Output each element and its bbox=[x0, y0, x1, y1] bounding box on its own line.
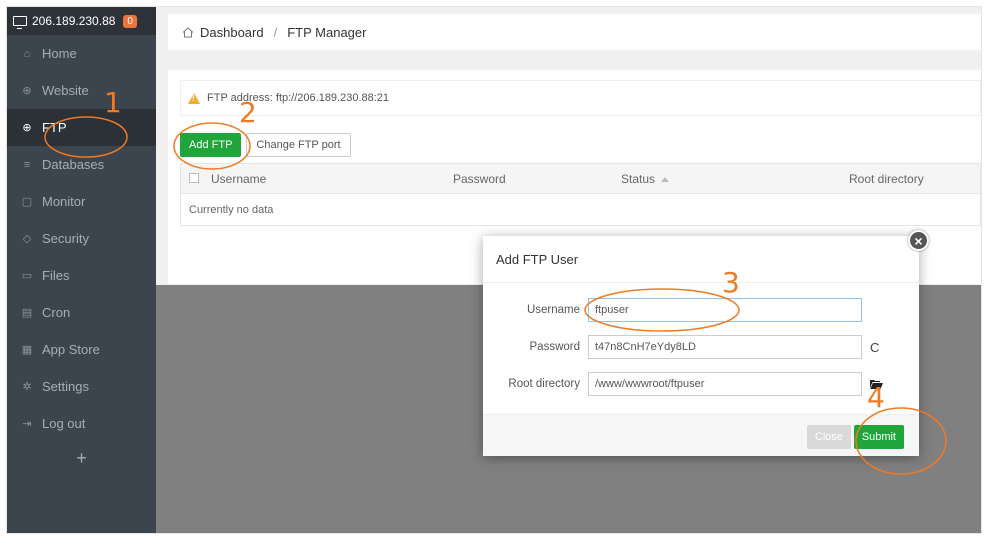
close-icon[interactable]: × bbox=[908, 230, 929, 251]
home-icon: ⌂ bbox=[23, 47, 31, 60]
column-status-label: Status bbox=[621, 172, 656, 186]
database-icon: ≡ bbox=[23, 158, 31, 171]
username-label: Username bbox=[526, 304, 580, 316]
submit-button[interactable]: Submit bbox=[853, 425, 904, 449]
sidebar-item-label: Files bbox=[42, 268, 70, 283]
sidebar-item-website[interactable]: ⊕ Website bbox=[7, 72, 156, 109]
sidebar-item-label: Settings bbox=[42, 379, 89, 394]
sidebar-item-ftp[interactable]: ⊕ FTP bbox=[7, 109, 156, 146]
sidebar-item-monitor[interactable]: ▢ Monitor bbox=[7, 183, 156, 220]
sort-ascending-icon bbox=[661, 177, 670, 183]
globe-icon: ⊕ bbox=[22, 85, 32, 97]
sidebar-item-label: App Store bbox=[42, 342, 100, 357]
sidebar-item-logout[interactable]: ⇥ Log out bbox=[7, 405, 156, 442]
computer-icon bbox=[13, 16, 27, 29]
folder-open-icon[interactable] bbox=[870, 377, 883, 392]
close-button[interactable]: Close bbox=[806, 425, 851, 449]
select-all-checkbox[interactable] bbox=[189, 173, 199, 183]
grid-icon: ▦ bbox=[21, 344, 33, 356]
table-empty-row: Currently no data bbox=[181, 193, 980, 225]
folder-icon: ▭ bbox=[21, 270, 33, 282]
add-ftp-button[interactable]: Add FTP bbox=[180, 133, 242, 157]
shield-icon: ◇ bbox=[22, 233, 32, 245]
ftp-address-bar: FTP address: ftp://206.189.230.88:21 bbox=[180, 80, 981, 116]
sidebar-nav: ⌂ Home ⊕ Website ⊕ FTP ≡ Databases ▢ Monitor … bbox=[7, 35, 156, 442]
add-ftp-user-dialog: Add FTP User Username ftpuser Password t… bbox=[483, 236, 919, 456]
home-icon bbox=[182, 26, 194, 38]
column-password[interactable]: Password bbox=[453, 172, 506, 186]
warning-icon bbox=[188, 92, 200, 104]
sidebar-item-home[interactable]: ⌂ Home bbox=[7, 35, 156, 72]
username-row: Username ftpuser bbox=[483, 298, 919, 322]
sidebar-item-app-store[interactable]: ▦ App Store bbox=[7, 331, 156, 368]
ftp-table: Username Password Status Root directory … bbox=[180, 163, 981, 226]
root-directory-input[interactable]: /www/wwwroot/ftpuser bbox=[588, 372, 862, 396]
change-ftp-port-button[interactable]: Change FTP port bbox=[246, 133, 351, 157]
sidebar-item-label: Log out bbox=[42, 416, 86, 431]
add-shortcut-button[interactable]: + bbox=[7, 442, 156, 474]
column-root-directory[interactable]: Root directory bbox=[849, 172, 924, 186]
breadcrumb-separator: / bbox=[273, 24, 278, 40]
root-directory-row: Root directory /www/wwwroot/ftpuser bbox=[483, 372, 919, 396]
breadcrumb-current: FTP Manager bbox=[287, 24, 367, 40]
column-username[interactable]: Username bbox=[211, 172, 266, 186]
message-badge[interactable]: 0 bbox=[123, 14, 137, 28]
column-status[interactable]: Status bbox=[621, 172, 670, 186]
dialog-footer: Close Submit bbox=[483, 414, 919, 456]
sidebar: 206.189.230.88 0 ⌂ Home ⊕ Website ⊕ FTP ≡ Da… bbox=[7, 7, 156, 533]
calendar-icon: ▤ bbox=[21, 307, 33, 319]
refresh-icon[interactable]: C bbox=[870, 340, 879, 355]
sidebar-item-label: Monitor bbox=[42, 194, 86, 209]
table-header: Username Password Status Root directory bbox=[181, 164, 980, 193]
dialog-title: Add FTP User bbox=[483, 236, 919, 283]
username-input[interactable]: ftpuser bbox=[588, 298, 862, 322]
sidebar-item-settings[interactable]: ✲ Settings bbox=[7, 368, 156, 405]
sidebar-item-cron[interactable]: ▤ Cron bbox=[7, 294, 156, 331]
sidebar-item-label: Security bbox=[42, 231, 89, 246]
sidebar-item-label: Home bbox=[42, 46, 77, 61]
password-row: Password t47n8CnH7eYdy8LD C bbox=[483, 335, 919, 359]
ftp-address-label: FTP address: bbox=[207, 92, 273, 104]
ftp-toolbar: Add FTP Change FTP port bbox=[180, 133, 351, 157]
ftp-icon: ⊕ bbox=[22, 122, 32, 134]
sidebar-item-label: Databases bbox=[42, 157, 105, 172]
root-directory-label: Root directory bbox=[508, 378, 580, 390]
breadcrumb-dashboard[interactable]: Dashboard bbox=[200, 25, 264, 40]
sidebar-item-databases[interactable]: ≡ Databases bbox=[7, 146, 156, 183]
sidebar-item-files[interactable]: ▭ Files bbox=[7, 257, 156, 294]
breadcrumb: Dashboard / FTP Manager bbox=[168, 14, 981, 50]
host-address: 206.189.230.88 bbox=[32, 14, 116, 28]
sidebar-item-label: Website bbox=[42, 83, 89, 98]
ftp-address-value: ftp://206.189.230.88:21 bbox=[275, 92, 390, 104]
sidebar-item-label: FTP bbox=[42, 120, 67, 135]
logout-icon: ⇥ bbox=[22, 418, 32, 430]
sidebar-item-label: Cron bbox=[42, 305, 71, 320]
password-input[interactable]: t47n8CnH7eYdy8LD bbox=[588, 335, 862, 359]
monitor-icon: ▢ bbox=[21, 196, 33, 208]
gear-icon: ✲ bbox=[22, 381, 32, 393]
sidebar-item-security[interactable]: ◇ Security bbox=[7, 220, 156, 257]
password-label: Password bbox=[529, 341, 581, 353]
server-host[interactable]: 206.189.230.88 0 bbox=[7, 7, 156, 35]
